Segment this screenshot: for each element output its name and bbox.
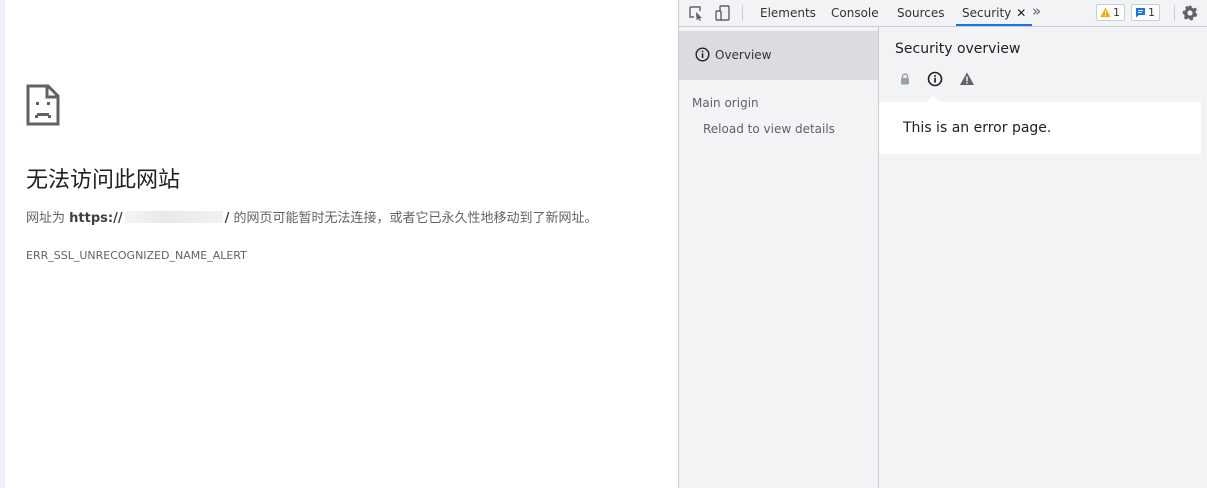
messages-badge[interactable]: 1 xyxy=(1131,4,1160,21)
gear-icon[interactable] xyxy=(1182,5,1198,21)
error-description: 网址为 https:// / 的网页可能暂时无法连接，或者它已永久性地移动到了新网… xyxy=(26,210,597,228)
close-icon[interactable]: ✕ xyxy=(1016,0,1026,27)
notice-pointer xyxy=(926,96,940,103)
tab-elements[interactable]: Elements xyxy=(760,0,816,26)
tab-security[interactable]: Security ✕ xyxy=(956,0,1033,27)
page-edge xyxy=(0,0,5,488)
error-page: 无法访问此网站 网址为 https:// / 的网页可能暂时无法连接，或者它已永久… xyxy=(0,0,678,488)
browser-window: 无法访问此网站 网址为 https:// / 的网页可能暂时无法连接，或者它已永久… xyxy=(0,0,1207,488)
more-tabs-icon[interactable]: » xyxy=(1032,2,1041,20)
url-suffix: / xyxy=(224,211,230,226)
error-url: https:// / xyxy=(69,211,229,226)
info-icon xyxy=(695,47,710,62)
devtools-panel: Elements Console Sources Security ✕ » 1 xyxy=(678,0,1207,488)
desc-prefix: 网址为 xyxy=(26,211,66,226)
url-scheme: https:// xyxy=(69,211,123,226)
notice-text: This is an error page. xyxy=(903,120,1052,136)
redacted-host xyxy=(124,211,223,223)
sidebar-item-reload: Reload to view details xyxy=(703,122,835,136)
tab-console[interactable]: Console xyxy=(831,0,879,26)
tab-sources[interactable]: Sources xyxy=(897,0,944,26)
security-overview-panel: Security overview This is an error page. xyxy=(879,27,1207,488)
tab-security-label: Security xyxy=(962,6,1012,20)
panel-title: Security overview xyxy=(895,41,1021,57)
device-toggle-icon[interactable] xyxy=(715,5,731,21)
inspect-element-icon[interactable] xyxy=(688,5,704,21)
sad-page-icon xyxy=(26,84,60,126)
error-code: ERR_SSL_UNRECOGNIZED_NAME_ALERT xyxy=(26,249,247,262)
error-title: 无法访问此网站 xyxy=(26,168,181,193)
warnings-badge[interactable]: 1 xyxy=(1096,4,1125,21)
main-origin-heading: Main origin xyxy=(692,96,759,110)
warnings-count: 1 xyxy=(1113,6,1120,19)
warning-icon xyxy=(960,72,974,85)
message-icon xyxy=(1136,8,1145,18)
warning-icon xyxy=(1100,7,1111,17)
desc-suffix: 的网页可能暂时无法连接，或者它已永久性地移动到了新网址。 xyxy=(233,211,598,226)
sidebar-item-overview[interactable]: Overview xyxy=(679,31,878,80)
info-icon xyxy=(927,71,943,87)
toolbar-separator xyxy=(742,5,743,21)
error-page-notice: This is an error page. xyxy=(879,96,1201,154)
messages-count: 1 xyxy=(1148,6,1155,19)
security-sidebar: Overview Main origin Reload to view deta… xyxy=(679,27,879,488)
devtools-toolbar: Elements Console Sources Security ✕ » 1 xyxy=(679,0,1207,27)
lock-icon xyxy=(901,73,909,85)
toolbar-separator xyxy=(1174,5,1175,21)
sidebar-item-overview-label: Overview xyxy=(715,48,772,62)
